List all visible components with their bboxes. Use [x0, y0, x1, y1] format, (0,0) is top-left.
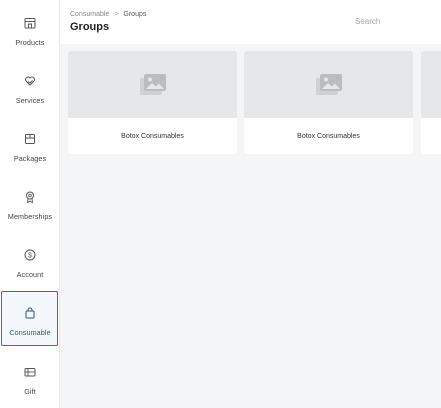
- bag-icon: [25, 307, 35, 319]
- sidebar-item-label: Consumable: [9, 328, 51, 337]
- gift-card-icon: [24, 368, 36, 377]
- header: Consumable > Groups Groups: [60, 0, 441, 44]
- breadcrumb-separator: >: [114, 11, 119, 18]
- sidebar-item-memberships[interactable]: Memberships: [0, 180, 60, 238]
- card-image: [68, 51, 237, 118]
- main-content: Botox Consumables Botox Consumables: [60, 44, 441, 408]
- badge-icon: [26, 191, 34, 204]
- card-title: Botox Consumables: [297, 132, 360, 140]
- sidebar-item-consumable[interactable]: Consumable: [0, 296, 60, 354]
- sidebar-item-packages[interactable]: Packages: [0, 122, 60, 180]
- sidebar-item-label: Products: [15, 38, 45, 47]
- breadcrumb: Consumable > Groups: [70, 11, 146, 18]
- card-image: [244, 51, 413, 118]
- card-title: Botox Consumables: [121, 132, 184, 140]
- sidebar-item-services[interactable]: Services: [0, 64, 60, 122]
- heart-hand-icon: [25, 76, 35, 86]
- card-image: [421, 51, 441, 118]
- sidebar-item-label: Memberships: [7, 212, 53, 221]
- sidebar: Products Services Packages Memberships $…: [0, 0, 60, 408]
- package-icon: [25, 134, 35, 144]
- group-card[interactable]: Botox Consumables: [68, 51, 237, 154]
- group-card[interactable]: Botox Consumables: [244, 51, 413, 154]
- sidebar-item-label: Services: [15, 96, 45, 105]
- sidebar-item-label: Gift: [24, 387, 36, 396]
- page-title: Groups: [70, 21, 110, 33]
- group-card-partial[interactable]: [421, 51, 441, 154]
- dollar-circle-icon: $: [24, 249, 36, 261]
- breadcrumb-parent[interactable]: Consumable: [70, 11, 109, 18]
- breadcrumb-current: Groups: [123, 11, 147, 18]
- sidebar-item-label: Account: [16, 270, 44, 279]
- sidebar-item-account[interactable]: $ Account: [0, 238, 60, 296]
- sidebar-item-gift[interactable]: Gift: [0, 355, 60, 408]
- image-placeholder-icon: [315, 73, 342, 95]
- sidebar-item-products[interactable]: Products: [0, 6, 60, 64]
- sidebar-item-label: Packages: [13, 154, 47, 163]
- image-placeholder-icon: [139, 73, 166, 95]
- svg-text:$: $: [28, 253, 32, 260]
- store-icon: [24, 18, 36, 29]
- search-input[interactable]: [355, 12, 441, 30]
